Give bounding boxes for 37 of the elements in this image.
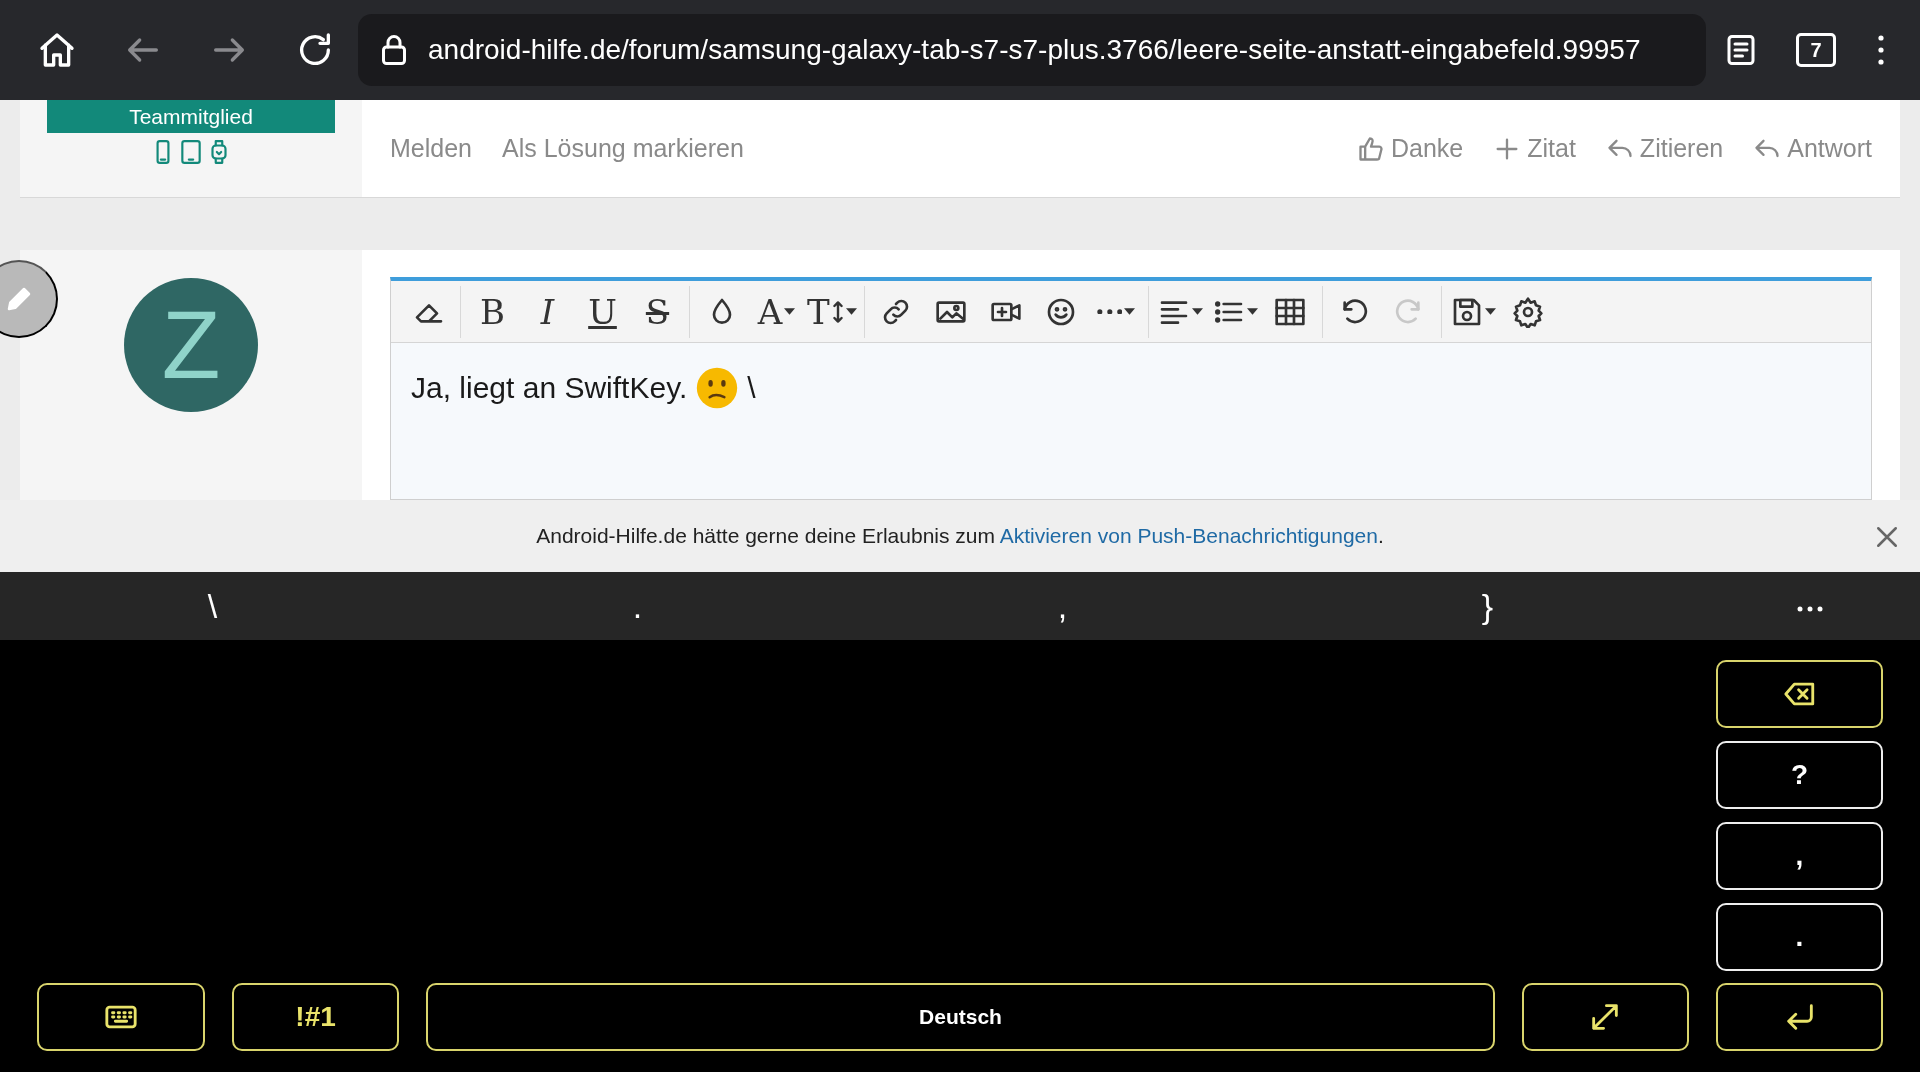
suggestion-item[interactable]: . [425, 579, 850, 633]
enter-key[interactable] [1716, 983, 1883, 1051]
font-button[interactable]: A [749, 287, 804, 336]
suggestion-item[interactable]: \ [0, 579, 425, 633]
char-key[interactable]: . [1716, 903, 1883, 971]
thumbs-up-icon [1356, 134, 1385, 163]
arrows-icon [831, 299, 844, 324]
editor-text: \ [747, 370, 756, 406]
notification-text: Android-Hilfe.de hätte gerne deine Erlaubnis zum Aktivieren von Push-Benachrichtigungen. [536, 523, 1384, 550]
char-key[interactable]: , [1716, 822, 1883, 890]
suggestion-item[interactable]: } [1275, 579, 1700, 633]
confused-face-emoji-icon [695, 365, 740, 410]
address-bar[interactable]: android-hilfe.de/forum/samsung-galaxy-tab-s7-s7-plus.3766/leere-seite-anstatt-eingabefeld.99957 [358, 14, 1706, 86]
user-avatar: Z [124, 278, 258, 412]
keyboard-key[interactable] [37, 983, 205, 1051]
resize-key[interactable] [1521, 983, 1690, 1051]
space-key[interactable]: Deutsch [426, 983, 1495, 1051]
editor-text: Ja, liegt an SwiftKey. [411, 370, 688, 406]
char-key[interactable]: ? [1716, 741, 1883, 809]
underline-button[interactable]: U [575, 287, 630, 336]
tab-count-button[interactable]: 7 [1796, 33, 1836, 67]
italic-button[interactable]: I [520, 287, 575, 336]
settings-icon [1512, 295, 1545, 328]
kebab-menu-icon [1878, 35, 1884, 65]
user-title-banner: Teammitglied [47, 100, 335, 133]
push-notification-link[interactable]: Aktivieren von Push-Benachrichtigungen [999, 524, 1378, 548]
strike-button[interactable]: S [630, 287, 685, 336]
size-button[interactable]: T [804, 287, 860, 336]
backspace-key[interactable] [1716, 660, 1883, 728]
suggestion-item[interactable]: , [850, 579, 1275, 633]
editor-box[interactable]: B I U S A T Ja, liegt an SwiftKey. \ [390, 277, 1872, 500]
tablet-icon [178, 139, 204, 165]
symbols-key[interactable]: !#1 [231, 983, 400, 1051]
bold-button[interactable]: B [465, 287, 520, 336]
url-text: android-hilfe.de/forum/samsung-galaxy-tab-s7-s7-plus.3766/leere-seite-anstatt-eingabefeld.99957 [428, 33, 1641, 67]
home-icon [37, 30, 77, 70]
more-icon [1096, 308, 1123, 315]
